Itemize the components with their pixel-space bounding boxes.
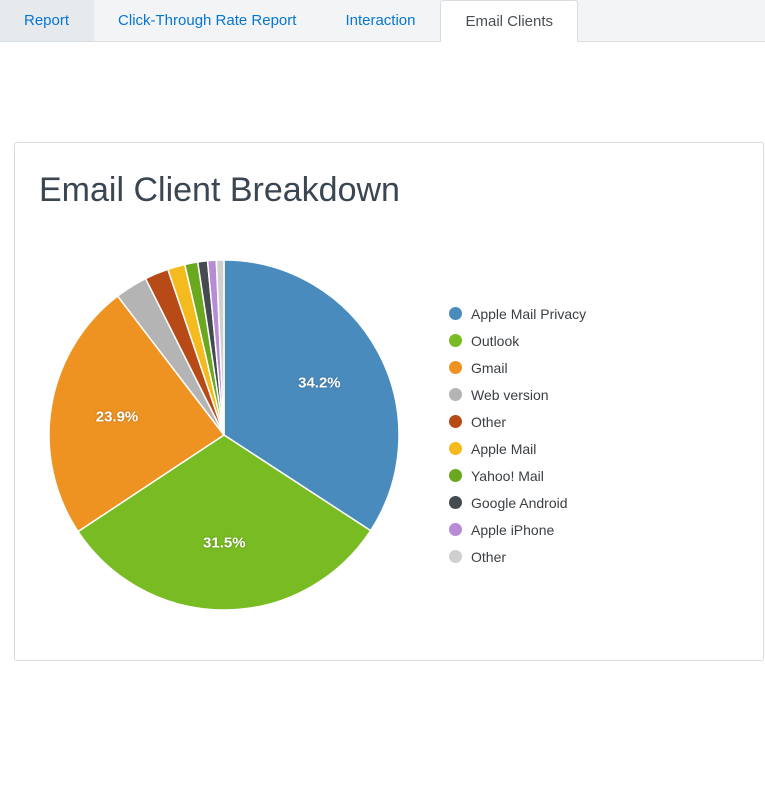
tab-email-clients[interactable]: Email Clients bbox=[440, 0, 578, 42]
legend-label: Apple iPhone bbox=[471, 522, 554, 538]
legend-item[interactable]: Web version bbox=[449, 387, 586, 403]
legend-item[interactable]: Gmail bbox=[449, 360, 586, 376]
legend-label: Other bbox=[471, 549, 506, 565]
tab-report[interactable]: Report bbox=[0, 0, 94, 41]
legend-swatch-icon bbox=[449, 307, 462, 320]
legend-label: Yahoo! Mail bbox=[471, 468, 544, 484]
tab-bar: ReportClick-Through Rate ReportInteracti… bbox=[0, 0, 765, 42]
legend-label: Outlook bbox=[471, 333, 519, 349]
legend-item[interactable]: Yahoo! Mail bbox=[449, 468, 586, 484]
pie-slice-label: 34.2% bbox=[298, 375, 341, 392]
legend-swatch-icon bbox=[449, 550, 462, 563]
legend-label: Other bbox=[471, 414, 506, 430]
legend-swatch-icon bbox=[449, 469, 462, 482]
legend-item[interactable]: Google Android bbox=[449, 495, 586, 511]
legend-item[interactable]: Apple Mail bbox=[449, 441, 586, 457]
pie-slice-label: 31.5% bbox=[203, 535, 246, 552]
chart-legend: Apple Mail Privacy Outlook Gmail Web versio… bbox=[449, 306, 586, 565]
legend-swatch-icon bbox=[449, 361, 462, 374]
legend-swatch-icon bbox=[449, 334, 462, 347]
legend-item[interactable]: Other bbox=[449, 549, 586, 565]
legend-label: Apple Mail bbox=[471, 441, 536, 457]
chart-panel: Email Client Breakdown 34.2% 31.5% 23.9% A… bbox=[14, 142, 764, 661]
chart-row: 34.2% 31.5% 23.9% Apple Mail Privacy Outloo… bbox=[39, 250, 735, 620]
tab-interaction[interactable]: Interaction bbox=[321, 0, 440, 41]
legend-label: Gmail bbox=[471, 360, 508, 376]
legend-swatch-icon bbox=[449, 523, 462, 536]
pie-chart: 34.2% 31.5% 23.9% bbox=[39, 250, 409, 620]
legend-swatch-icon bbox=[449, 415, 462, 428]
panel-title: Email Client Breakdown bbox=[39, 171, 735, 210]
legend-label: Apple Mail Privacy bbox=[471, 306, 586, 322]
legend-item[interactable]: Apple iPhone bbox=[449, 522, 586, 538]
legend-item[interactable]: Apple Mail Privacy bbox=[449, 306, 586, 322]
legend-swatch-icon bbox=[449, 388, 462, 401]
legend-item[interactable]: Outlook bbox=[449, 333, 586, 349]
tab-click-through-rate-report[interactable]: Click-Through Rate Report bbox=[94, 0, 321, 41]
legend-label: Web version bbox=[471, 387, 549, 403]
legend-item[interactable]: Other bbox=[449, 414, 586, 430]
legend-label: Google Android bbox=[471, 495, 568, 511]
pie-slice-label: 23.9% bbox=[96, 409, 139, 426]
legend-swatch-icon bbox=[449, 442, 462, 455]
legend-swatch-icon bbox=[449, 496, 462, 509]
